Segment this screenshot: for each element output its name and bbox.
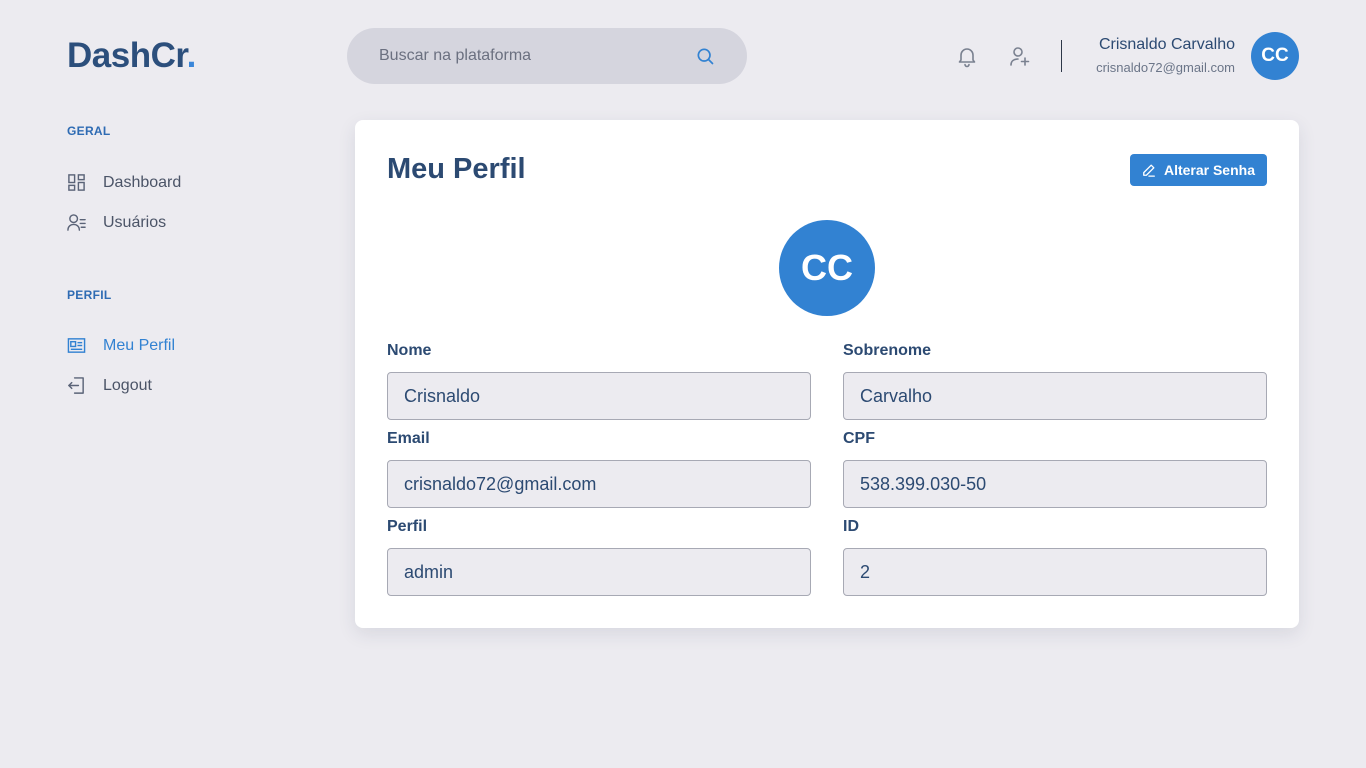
search-input[interactable] [379, 47, 695, 65]
field-label: Perfil [387, 518, 428, 535]
sidebar-item-label: Meu Perfil [103, 336, 176, 354]
field-label: Nome [387, 342, 432, 359]
change-password-label: Alterar Senha [1163, 162, 1255, 178]
search-bar [347, 28, 747, 84]
sidebar-item-dashboard[interactable]: Dashboard [67, 173, 181, 192]
field-id: ID [843, 518, 1267, 596]
profile-avatar: CC [779, 220, 875, 316]
sidebar-item-label: Dashboard [103, 173, 182, 191]
cpf-field[interactable] [843, 460, 1267, 508]
dashboard-icon [68, 174, 85, 191]
brand-dot: . [186, 36, 197, 75]
field-cpf: CPF [843, 430, 1267, 508]
sidebar-item-label: Logout [103, 376, 152, 394]
change-password-button[interactable]: Alterar Senha [1129, 154, 1267, 186]
field-label: ID [843, 518, 859, 535]
header-user-name[interactable]: Crisnaldo Carvalho [1099, 36, 1235, 54]
page-title: Meu Perfil [387, 153, 526, 185]
search-icon[interactable] [695, 46, 715, 66]
field-label: Email [387, 430, 430, 447]
add-user-icon[interactable] [1008, 44, 1032, 68]
nome-field[interactable] [387, 372, 811, 420]
field-label: Sobrenome [843, 342, 932, 359]
field-email: Email [387, 430, 811, 508]
field-label: CPF [843, 430, 875, 447]
sidebar-item-logout[interactable]: Logout [67, 376, 152, 395]
email-field[interactable] [387, 460, 811, 508]
header-user-email: crisnaldo72@gmail.com [1096, 60, 1235, 75]
field-perfil: Perfil [387, 518, 811, 596]
users-icon [67, 214, 86, 231]
edit-icon [1143, 164, 1155, 177]
logout-icon [68, 377, 84, 394]
sidebar-item-meu-perfil[interactable]: Meu Perfil [67, 336, 175, 355]
profile-card-icon [67, 338, 86, 353]
brand-logo[interactable]: DashCr. [67, 36, 196, 76]
field-nome: Nome [387, 342, 811, 420]
field-sobrenome: Sobrenome [843, 342, 1267, 420]
perfil-field[interactable] [387, 548, 811, 596]
profile-card: Meu Perfil Alterar Senha CC Nome Sobreno… [355, 120, 1299, 628]
brand-name: DashCr [67, 36, 187, 75]
header-divider [1061, 40, 1062, 72]
id-field[interactable] [843, 548, 1267, 596]
sidebar-section-geral: GERAL [67, 124, 111, 138]
sobrenome-field[interactable] [843, 372, 1267, 420]
notification-bell-icon[interactable] [955, 44, 979, 68]
sidebar-item-label: Usuários [103, 213, 167, 231]
sidebar-item-usuarios[interactable]: Usuários [67, 213, 166, 232]
header-avatar[interactable]: CC [1251, 32, 1299, 80]
sidebar-section-perfil: PERFIL [67, 288, 112, 302]
